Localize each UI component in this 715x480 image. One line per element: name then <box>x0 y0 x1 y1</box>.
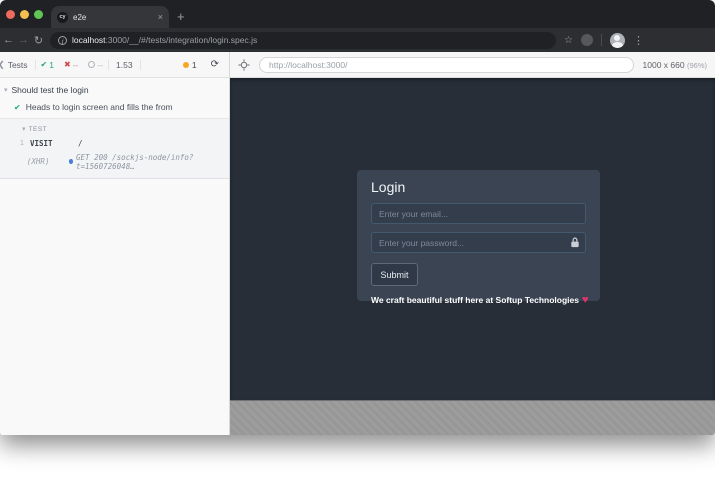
viewport-size: 1000 x 660 (96%) <box>643 60 707 70</box>
test-title: Heads to login screen and fills the from <box>26 102 173 112</box>
submit-button[interactable]: Submit <box>371 263 418 286</box>
browser-window: cy e2e × + ← → ↻ i localhost:3000/__/#/t… <box>0 0 715 435</box>
passed-number: 1 <box>49 60 54 70</box>
command-number: 1 <box>0 139 30 147</box>
forward-icon[interactable]: → <box>16 34 31 46</box>
xhr-badge-icon <box>69 159 73 164</box>
failed-x-icon: ✖ <box>64 60 71 69</box>
suite-row[interactable]: ▾ Should test the login <box>0 78 229 95</box>
reporter-panel: ❮ Tests ✔ 1 ✖ -- -- 1.53 1 ⟳ <box>0 52 230 435</box>
heart-icon: ♥ <box>582 294 589 306</box>
cypress-runner: ❮ Tests ✔ 1 ✖ -- -- 1.53 1 ⟳ <box>0 52 715 435</box>
command-message: / <box>78 139 83 148</box>
viewport-scale: (96%) <box>687 61 707 70</box>
command-row-visit[interactable]: 1 VISIT / <box>0 136 229 150</box>
toolbar-divider <box>601 34 602 46</box>
minimize-window-button[interactable] <box>20 10 29 19</box>
zoom-window-button[interactable] <box>34 10 43 19</box>
section-collapse-icon[interactable]: ▾ <box>22 125 26 133</box>
failed-number: -- <box>73 60 79 70</box>
tab-close-icon[interactable]: × <box>158 13 163 22</box>
tab-title: e2e <box>73 13 153 22</box>
command-method: (XHR) <box>27 157 69 166</box>
url-path: :3000/__/#/tests/integration/login.spec.… <box>106 35 258 45</box>
command-row-xhr[interactable]: (XHR) GET 200 /sockjs-node/info?t=156072… <box>0 150 229 173</box>
back-icon[interactable]: ← <box>1 34 16 46</box>
bookmark-star-icon[interactable]: ☆ <box>564 35 573 46</box>
test-row[interactable]: ✔ Heads to login screen and fills the fr… <box>0 95 229 118</box>
browser-menu-icon[interactable]: ⋮ <box>633 34 644 47</box>
rerun-tests-icon[interactable]: ⟳ <box>197 59 229 70</box>
login-card: Login Submit We craft beautiful stuff he… <box>357 170 600 301</box>
selector-playground-icon[interactable] <box>238 59 250 71</box>
new-tab-button[interactable]: + <box>177 9 185 24</box>
browser-toolbar: ← → ↻ i localhost:3000/__/#/tests/integr… <box>0 28 715 52</box>
browser-tab[interactable]: cy e2e × <box>51 6 169 28</box>
xhr-message-text: GET 200 /sockjs-node/info?t=1560726048… <box>76 153 229 171</box>
failed-count: ✖ -- <box>59 60 83 70</box>
pending-count: -- <box>83 60 108 70</box>
window-controls <box>0 0 51 28</box>
email-field-wrap <box>371 203 586 224</box>
extension-icon[interactable] <box>581 34 593 46</box>
suite-title: Should test the login <box>12 85 89 95</box>
close-window-button[interactable] <box>6 10 15 19</box>
reload-icon[interactable]: ↻ <box>31 34 46 47</box>
viewport-dimensions: 1000 x 660 <box>643 60 685 70</box>
tests-back-button[interactable]: Tests <box>8 60 36 70</box>
password-field-wrap <box>371 232 586 253</box>
passed-count: ✔ 1 <box>36 60 59 70</box>
url-text: localhost:3000/__/#/tests/integration/lo… <box>72 35 257 45</box>
address-bar[interactable]: i localhost:3000/__/#/tests/integration/… <box>50 32 556 49</box>
page-info-icon[interactable]: i <box>58 36 67 45</box>
command-method: VISIT <box>30 139 78 148</box>
command-section-header[interactable]: ▾ TEST <box>0 123 229 136</box>
test-passed-icon: ✔ <box>14 103 21 112</box>
suite-collapse-icon[interactable]: ▾ <box>4 86 8 94</box>
app-preview: Login Submit We craft beautiful stuff he… <box>230 78 715 400</box>
section-label: TEST <box>29 126 48 133</box>
app-url-field[interactable]: http://localhost:3000/ <box>259 57 634 73</box>
tab-bar: cy e2e × + <box>0 0 715 28</box>
url-host: localhost <box>72 35 106 45</box>
stage-background <box>230 400 715 435</box>
pending-circle-icon <box>88 61 95 68</box>
passed-check-icon: ✔ <box>41 60 48 69</box>
profile-avatar[interactable] <box>610 33 625 48</box>
email-field[interactable] <box>371 203 586 224</box>
command-message: GET 200 /sockjs-node/info?t=1560726048… <box>69 153 229 171</box>
run-duration: 1.53 <box>108 60 141 70</box>
password-field[interactable] <box>371 232 586 253</box>
pending-number: -- <box>97 60 103 70</box>
login-title: Login <box>371 179 586 195</box>
stage-header: http://localhost:3000/ 1000 x 660 (96%) <box>230 52 715 78</box>
toolbar-actions: ☆ ⋮ <box>564 33 644 48</box>
status-dot-icon <box>183 62 189 68</box>
command-log: ▾ TEST 1 VISIT / (XHR) GET 200 /sockjs-n… <box>0 118 229 179</box>
cypress-favicon-icon: cy <box>57 12 68 23</box>
lock-icon <box>570 237 580 248</box>
back-to-tests-icon[interactable]: ❮ <box>0 60 8 69</box>
footer-tagline: We craft beautiful stuff here at Softup … <box>371 294 586 306</box>
footer-text: We craft beautiful stuff here at Softup … <box>371 295 579 305</box>
reporter-header: ❮ Tests ✔ 1 ✖ -- -- 1.53 1 ⟳ <box>0 52 229 78</box>
stage-panel: http://localhost:3000/ 1000 x 660 (96%) … <box>230 52 715 435</box>
